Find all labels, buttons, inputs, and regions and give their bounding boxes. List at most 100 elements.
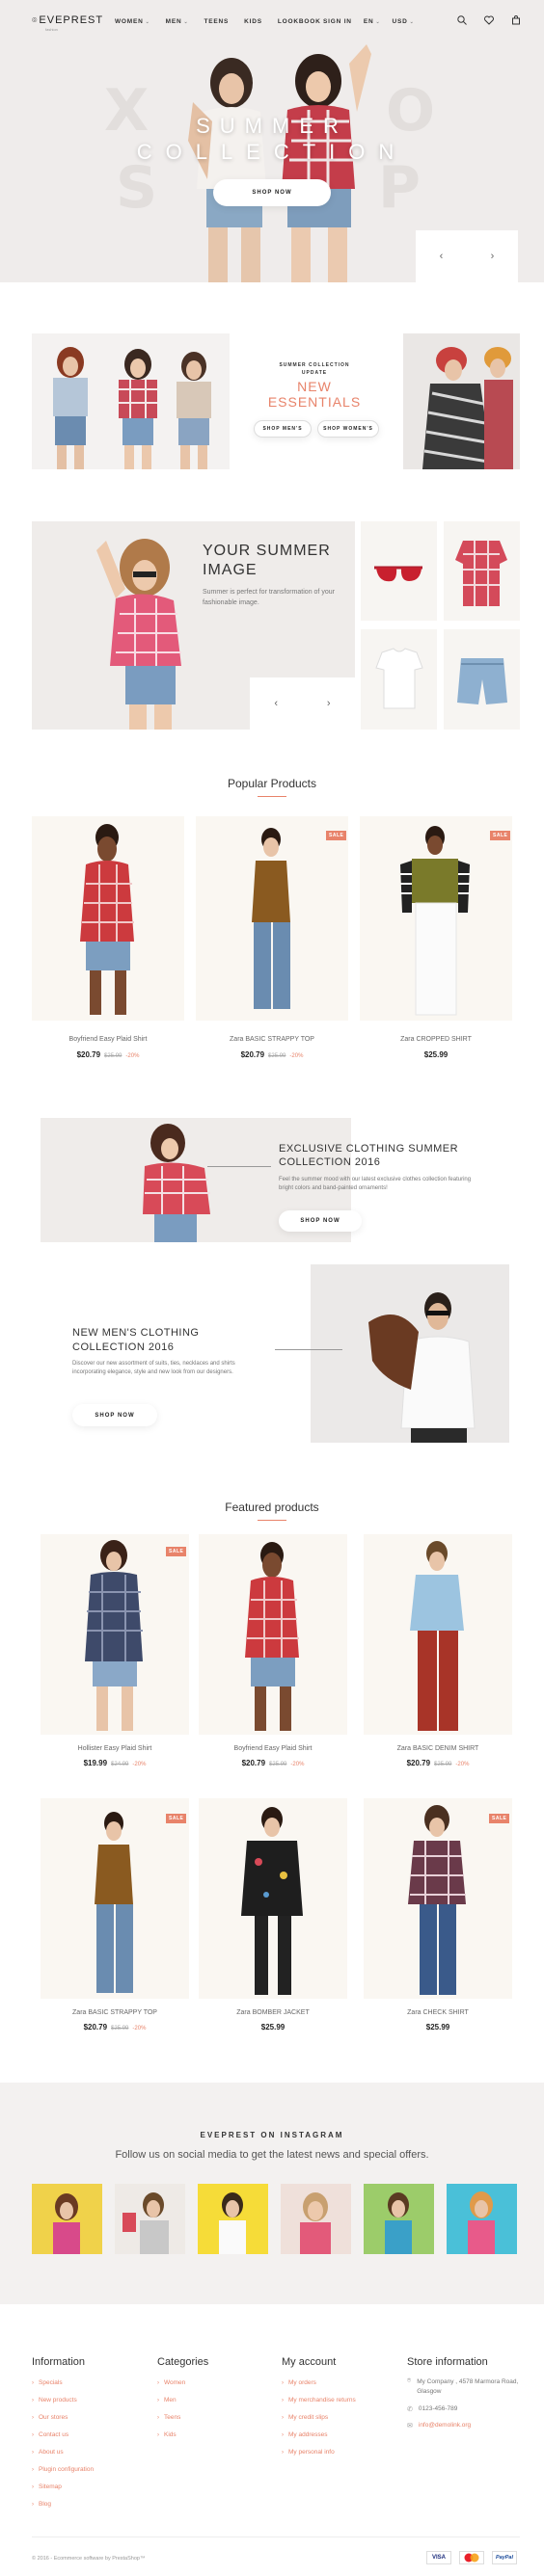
cart-icon[interactable] xyxy=(511,15,521,25)
slider-next-button[interactable]: › xyxy=(303,677,356,730)
tile-denim-shorts-image[interactable] xyxy=(444,629,520,730)
discount: -20% xyxy=(455,1762,470,1767)
tile-white-tee-image[interactable] xyxy=(361,629,437,730)
footer-link[interactable]: › New products xyxy=(32,2397,77,2403)
product-name[interactable]: Zara CROPPED SHIRT xyxy=(360,1036,512,1043)
nav-women[interactable]: WOMEN ⌄ xyxy=(115,18,150,25)
product-name[interactable]: Boyfriend Easy Plaid Shirt xyxy=(199,1745,347,1752)
footer-link[interactable]: › My addresses xyxy=(282,2431,327,2438)
price-row: $20.79 $25.99 -20% xyxy=(41,2023,189,2032)
sign-in-link[interactable]: SIGN IN xyxy=(323,18,352,25)
mens-shop-now-button[interactable]: SHOP NOW xyxy=(72,1404,157,1426)
logo-subtitle: fashion xyxy=(45,27,58,32)
footer-categories-title: Categories xyxy=(157,2356,209,2368)
store-phone: ✆ 0123-456-789 xyxy=(407,2405,458,2413)
footer-link[interactable]: › Sitemap xyxy=(32,2483,62,2490)
product-card-image[interactable] xyxy=(199,1534,347,1735)
chevron-right-icon: › xyxy=(32,2501,34,2508)
instagram-photo[interactable] xyxy=(198,2184,268,2254)
location-pin-icon: ⌾ xyxy=(407,2377,412,2384)
product-name[interactable]: Zara BASIC STRAPPY TOP xyxy=(41,2009,189,2016)
slider-prev-button[interactable]: ‹ xyxy=(250,677,303,730)
summer-image-text: Summer is perfect for transformation of … xyxy=(203,589,335,606)
sale-badge: SALE xyxy=(166,1814,187,1823)
chevron-right-icon: › xyxy=(32,2379,34,2386)
chevron-right-icon: › xyxy=(282,2431,284,2438)
sale-badge: SALE xyxy=(326,831,347,840)
slider-next-button[interactable]: › xyxy=(467,230,518,282)
instagram-photo[interactable] xyxy=(115,2184,185,2254)
search-icon[interactable] xyxy=(457,15,467,25)
instagram-photo[interactable] xyxy=(281,2184,351,2254)
chevron-right-icon: › xyxy=(282,2379,284,2386)
product-name[interactable]: Zara BOMBER JACKET xyxy=(199,2009,347,2016)
footer-link[interactable]: › About us xyxy=(32,2449,64,2456)
store-address: ⌾ My Company , 4578 Marmora Road, Glasgo… xyxy=(407,2377,519,2395)
chevron-right-icon: › xyxy=(157,2397,159,2403)
footer-link[interactable]: › Men xyxy=(157,2397,177,2403)
product-card-image[interactable] xyxy=(41,1798,189,1999)
footer-link[interactable]: › Women xyxy=(157,2379,185,2386)
slider-prev-button[interactable]: ‹ xyxy=(416,230,467,282)
price: $20.79 xyxy=(241,1759,266,1767)
price: $20.79 xyxy=(76,1050,101,1059)
tile-sunglasses-image[interactable] xyxy=(361,521,437,621)
footer-link[interactable]: › My merchandise returns xyxy=(282,2397,356,2403)
price-row: $20.79 $25.99 -20% xyxy=(32,1050,184,1059)
mens-model-image xyxy=(311,1264,509,1443)
nav-teens[interactable]: TEENS xyxy=(204,18,230,25)
location-pin-icon: ⌾ xyxy=(32,14,38,25)
product-card-image[interactable] xyxy=(364,1534,512,1735)
product-card-image[interactable] xyxy=(360,816,512,1021)
hero-title: SUMMER xyxy=(196,114,348,138)
product-name[interactable]: Zara CHECK SHIRT xyxy=(364,2009,512,2016)
essentials-kicker: SUMMER COLLECTION UPDATE xyxy=(279,362,350,376)
instagram-photo[interactable] xyxy=(447,2184,517,2254)
old-price: $25.99 xyxy=(434,1762,452,1767)
essentials-side-image xyxy=(403,333,520,469)
product-name[interactable]: Hollister Easy Plaid Shirt xyxy=(41,1745,189,1752)
shop-womens-button[interactable]: SHOP WOMEN'S xyxy=(317,420,379,438)
heart-icon[interactable] xyxy=(484,15,494,25)
product-name[interactable]: Zara BASIC DENIM SHIRT xyxy=(364,1745,512,1752)
product-card-image[interactable] xyxy=(32,816,184,1021)
mens-text: Discover our new assortment of suits, ti… xyxy=(72,1361,235,1375)
instagram-photo[interactable] xyxy=(32,2184,102,2254)
footer-link[interactable]: › Plugin configuration xyxy=(32,2466,94,2473)
product-card-image[interactable] xyxy=(364,1798,512,1999)
footer-link[interactable]: › Specials xyxy=(32,2379,63,2386)
instagram-photo[interactable] xyxy=(364,2184,434,2254)
exclusive-shop-now-button[interactable]: SHOP NOW xyxy=(279,1210,362,1232)
footer-link[interactable]: › Contact us xyxy=(32,2431,68,2438)
tile-plaid-shirt-image[interactable] xyxy=(444,521,520,621)
chevron-down-icon: ⌄ xyxy=(183,18,189,25)
nav-men[interactable]: MEN ⌄ xyxy=(166,18,189,25)
product-card-image[interactable] xyxy=(199,1798,347,1999)
product-card-image[interactable] xyxy=(196,816,348,1021)
logo-text: EVEPREST xyxy=(39,14,104,26)
footer-link[interactable]: › My orders xyxy=(282,2379,316,2386)
exclusive-model-image xyxy=(116,1118,231,1242)
store-email[interactable]: ✉ info@demolink.org xyxy=(407,2422,471,2430)
footer-link[interactable]: › My credit slips xyxy=(282,2414,328,2421)
nav-kids[interactable]: KIDS xyxy=(244,18,262,25)
site-header: ⌾ EVEPREST fashion WOMEN ⌄ MEN ⌄ TEENS KID… xyxy=(0,0,544,42)
footer-link[interactable]: › Our stores xyxy=(32,2414,68,2421)
logo[interactable]: ⌾ EVEPREST xyxy=(32,14,103,26)
language-select[interactable]: EN ⌄ xyxy=(364,18,381,25)
product-card-image[interactable] xyxy=(41,1534,189,1735)
footer-link[interactable]: › Blog xyxy=(32,2501,51,2508)
price-row: $20.79 $25.99 -20% xyxy=(199,1759,347,1767)
footer-link[interactable]: › Kids xyxy=(157,2431,177,2438)
essentials-group-image xyxy=(32,333,230,469)
footer xyxy=(0,2304,544,2576)
nav-lookbook[interactable]: LOOKBOOK xyxy=(278,18,321,25)
product-name[interactable]: Boyfriend Easy Plaid Shirt xyxy=(32,1036,184,1043)
product-name[interactable]: Zara BASIC STRAPPY TOP xyxy=(196,1036,348,1043)
footer-link[interactable]: › Teens xyxy=(157,2414,180,2421)
hero-shop-now-button[interactable]: SHOP NOW xyxy=(213,179,331,206)
shop-mens-button[interactable]: SHOP MEN'S xyxy=(254,420,312,438)
currency-select[interactable]: USD ⌄ xyxy=(392,18,414,25)
footer-link[interactable]: › My personal info xyxy=(282,2449,335,2456)
chevron-down-icon: ⌄ xyxy=(409,18,415,25)
